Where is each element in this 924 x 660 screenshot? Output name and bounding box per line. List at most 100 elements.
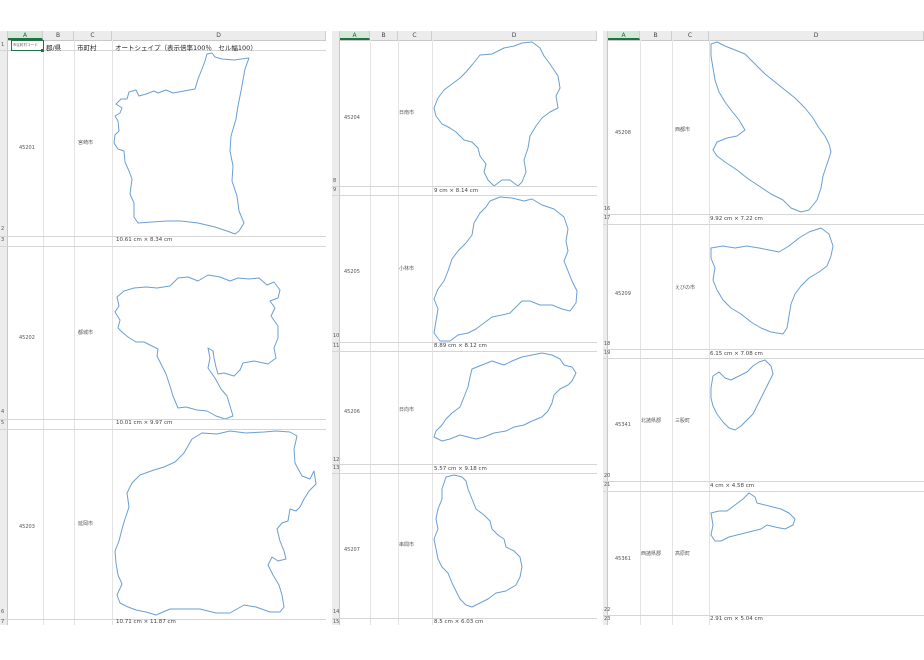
municipality-outline-shape[interactable] bbox=[112, 246, 287, 421]
col-divider bbox=[672, 40, 673, 625]
row-number[interactable]: 21 bbox=[603, 482, 611, 488]
row-number[interactable]: 19 bbox=[603, 350, 611, 356]
select-all-corner[interactable] bbox=[0, 31, 8, 40]
header-district: 郡/県 bbox=[46, 44, 62, 52]
column-header-b[interactable]: B bbox=[43, 31, 74, 40]
municipality-cell: 日南市 bbox=[399, 110, 415, 116]
row-header-strip bbox=[603, 40, 608, 625]
municipality-outline-shape[interactable] bbox=[709, 358, 779, 433]
dimension-label: 8.5 cm × 6.03 cm bbox=[434, 619, 484, 625]
municipality-outline-shape[interactable] bbox=[432, 40, 597, 190]
dimension-label: 10.71 cm × 11.87 cm bbox=[116, 619, 176, 625]
row-divider bbox=[603, 481, 924, 482]
municipality-cell: 宮崎市 bbox=[78, 140, 94, 146]
municipality-cell: 西都市 bbox=[675, 127, 691, 133]
row-number[interactable]: 20 bbox=[603, 473, 611, 479]
municipality-cell: 三股町 bbox=[675, 418, 691, 424]
col-divider bbox=[640, 40, 641, 625]
municipality-cell: 串間市 bbox=[399, 542, 415, 548]
municipality-outline-shape[interactable] bbox=[432, 351, 582, 451]
code-cell: 45206 bbox=[344, 409, 360, 415]
code-cell: 45205 bbox=[344, 269, 360, 275]
row-number[interactable]: 23 bbox=[603, 616, 611, 622]
column-header-d[interactable]: D bbox=[432, 31, 597, 40]
code-cell: 45361 bbox=[615, 556, 631, 562]
fill-handle[interactable] bbox=[41, 49, 44, 52]
row-number[interactable]: 16 bbox=[603, 206, 611, 212]
code-cell: 45203 bbox=[19, 524, 35, 530]
column-header-a[interactable]: A bbox=[340, 31, 370, 40]
row-number[interactable]: 5 bbox=[0, 420, 8, 426]
dimension-label: 4 cm × 4.58 cm bbox=[710, 483, 755, 489]
row-divider bbox=[332, 464, 597, 465]
row-number[interactable]: 22 bbox=[603, 607, 611, 613]
row-number[interactable]: 7 bbox=[0, 619, 8, 625]
row-divider bbox=[603, 214, 924, 215]
code-cell: 45202 bbox=[19, 335, 35, 341]
municipality-cell: 日向市 bbox=[399, 407, 415, 413]
dimension-label: 8.89 cm × 8.12 cm bbox=[434, 343, 487, 349]
row-number[interactable]: 4 bbox=[0, 409, 8, 415]
dimension-label: 5.57 cm × 9.18 cm bbox=[434, 466, 487, 472]
code-cell: 45207 bbox=[344, 547, 360, 553]
dimension-label: 6.15 cm × 7.08 cm bbox=[710, 351, 763, 357]
column-header-b[interactable]: B bbox=[640, 31, 672, 40]
municipality-cell: 高原町 bbox=[675, 551, 691, 557]
row-divider bbox=[603, 349, 924, 350]
municipality-cell: 延岡市 bbox=[78, 521, 94, 527]
dimension-label: 2.91 cm × 5.04 cm bbox=[710, 616, 763, 622]
municipality-outline-shape[interactable] bbox=[112, 429, 317, 619]
row-number[interactable]: 12 bbox=[332, 457, 340, 463]
code-cell: 45201 bbox=[19, 145, 35, 151]
code-cell: 45209 bbox=[615, 291, 631, 297]
column-header-c[interactable]: C bbox=[398, 31, 432, 40]
row-number[interactable]: 11 bbox=[332, 343, 340, 349]
header-municipality: 市町村 bbox=[77, 44, 97, 52]
code-cell: 45204 bbox=[344, 115, 360, 121]
row-header-strip bbox=[0, 40, 8, 625]
column-header-d[interactable]: D bbox=[709, 31, 924, 40]
dimension-label: 10.61 cm × 8.34 cm bbox=[116, 237, 173, 243]
col-divider bbox=[43, 40, 44, 625]
municipality-cell: 都城市 bbox=[78, 330, 94, 336]
sheet-pane-2: A B C D 8 45204 日南市 9 9 cm × 8.14 cm 10 … bbox=[332, 31, 597, 625]
sheet-pane-1: A B C D 1 市区町村コード 郡/県 市町村 オートシェイプ（表示倍率10… bbox=[0, 31, 326, 625]
sheet-pane-3: A B C D 16 45208 西都市 17 9.92 cm × 7.22 c… bbox=[603, 31, 924, 625]
dimension-label: 9.92 cm × 7.22 cm bbox=[710, 216, 763, 222]
district-cell: 西諸県郡 bbox=[641, 551, 662, 557]
municipality-cell: 小林市 bbox=[399, 266, 415, 272]
code-cell: 45341 bbox=[615, 422, 631, 428]
district-cell: 北諸県郡 bbox=[641, 418, 662, 424]
row-number[interactable]: 2 bbox=[0, 226, 8, 232]
municipality-outline-shape[interactable] bbox=[709, 491, 804, 546]
select-all-corner[interactable] bbox=[332, 31, 340, 40]
column-header-a[interactable]: A bbox=[608, 31, 640, 40]
row-number[interactable]: 18 bbox=[603, 341, 611, 347]
row-number[interactable]: 13 bbox=[332, 465, 340, 471]
row-number[interactable]: 9 bbox=[332, 187, 340, 193]
column-header-b[interactable]: B bbox=[370, 31, 398, 40]
col-divider bbox=[74, 40, 75, 625]
dimension-label: 10.01 cm × 9.97 cm bbox=[116, 420, 173, 426]
row-number[interactable]: 15 bbox=[332, 619, 340, 625]
code-cell: 45208 bbox=[615, 130, 631, 136]
column-header-a[interactable]: A bbox=[8, 31, 43, 40]
header-code: 市区町村コード bbox=[13, 43, 38, 47]
row-number[interactable]: 10 bbox=[332, 333, 340, 339]
row-number[interactable]: 3 bbox=[0, 237, 8, 243]
column-header-c[interactable]: C bbox=[672, 31, 709, 40]
municipality-outline-shape[interactable] bbox=[112, 51, 252, 236]
municipality-outline-shape[interactable] bbox=[709, 40, 834, 215]
column-header-d[interactable]: D bbox=[112, 31, 326, 40]
col-divider bbox=[398, 40, 399, 625]
municipality-outline-shape[interactable] bbox=[432, 473, 532, 613]
row-number[interactable]: 14 bbox=[332, 609, 340, 615]
column-header-c[interactable]: C bbox=[74, 31, 112, 40]
municipality-outline-shape[interactable] bbox=[709, 224, 839, 339]
col-divider bbox=[370, 40, 371, 625]
row-number[interactable]: 17 bbox=[603, 215, 611, 221]
row-number[interactable]: 6 bbox=[0, 609, 8, 615]
row-number[interactable]: 8 bbox=[332, 178, 340, 184]
municipality-outline-shape[interactable] bbox=[432, 195, 597, 345]
row-number[interactable]: 1 bbox=[0, 42, 8, 48]
